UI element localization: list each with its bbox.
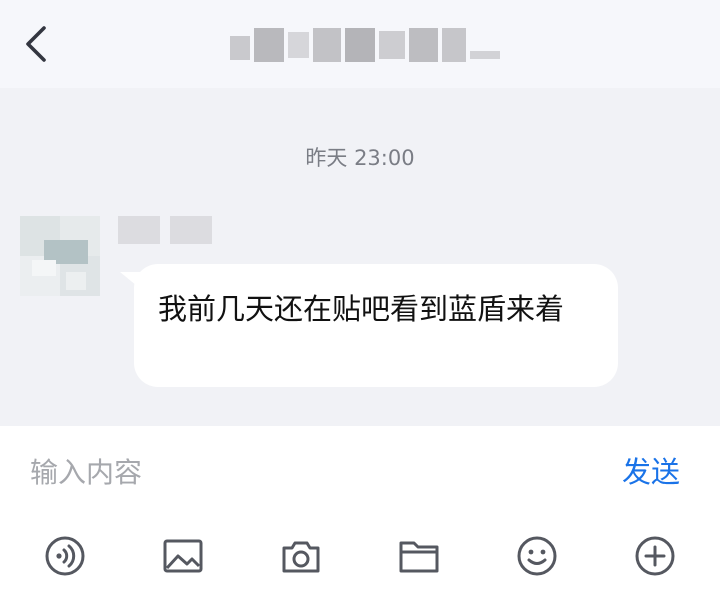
camera-button[interactable] [277, 532, 325, 580]
voice-icon [45, 536, 85, 576]
emoji-icon [517, 536, 557, 576]
chat-area: 昨天 23:00 我前几天还在贴吧看到蓝盾来着 [0, 88, 720, 426]
back-button[interactable] [14, 22, 58, 66]
send-button[interactable]: 发送 [622, 450, 680, 494]
message-timestamp: 昨天 23:00 [305, 146, 415, 170]
conversation-title-redacted [230, 22, 500, 68]
image-icon [163, 539, 203, 573]
image-button[interactable] [159, 532, 207, 580]
camera-icon [282, 541, 320, 573]
composer-toolbar [0, 532, 720, 582]
folder-icon [399, 541, 439, 573]
add-icon [635, 536, 675, 576]
avatar[interactable] [20, 216, 100, 296]
add-button[interactable] [631, 532, 679, 580]
top-bar [0, 0, 720, 88]
folder-button[interactable] [395, 532, 443, 580]
emoji-button[interactable] [513, 532, 561, 580]
sender-name-redacted [118, 216, 212, 244]
message-text: 我前几天还在贴吧看到蓝盾来着 [158, 292, 565, 326]
chevron-left-icon [26, 26, 46, 62]
message-bubble[interactable]: 我前几天还在贴吧看到蓝盾来着 [134, 264, 618, 387]
voice-button[interactable] [41, 532, 89, 580]
composer: 发送 [0, 426, 720, 596]
message-input[interactable] [30, 450, 590, 494]
